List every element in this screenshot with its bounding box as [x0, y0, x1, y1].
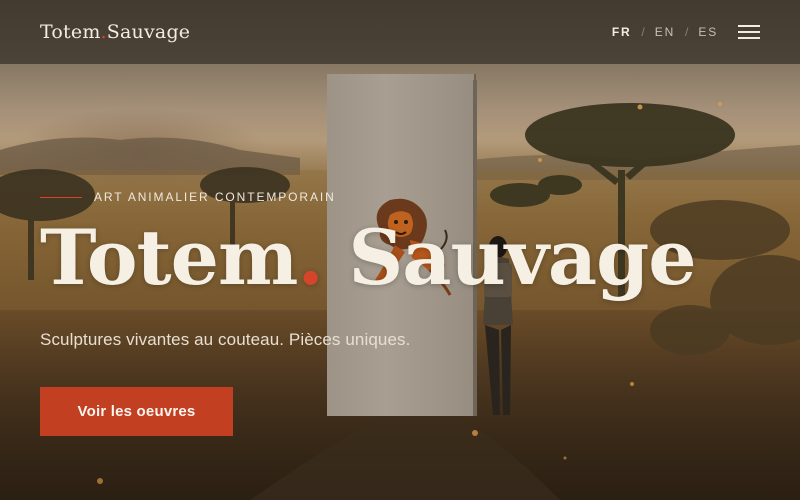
- hero-eyebrow: ART ANIMALIER CONTEMPORAIN: [40, 190, 336, 204]
- hero-title-word-1: Totem: [40, 213, 298, 302]
- hero-title-word-2: Sauvage: [348, 213, 696, 302]
- site-header: Totem.Sauvage FR / EN / ES: [0, 0, 800, 64]
- logo-word-2: Sauvage: [106, 21, 191, 43]
- lang-separator: /: [641, 25, 645, 39]
- hamburger-icon[interactable]: [738, 25, 760, 39]
- lang-fr[interactable]: FR: [612, 25, 632, 39]
- view-works-button[interactable]: Voir les oeuvres: [40, 387, 233, 436]
- hero-title-spacer: [323, 213, 348, 302]
- eyebrow-text: ART ANIMALIER CONTEMPORAIN: [94, 190, 336, 204]
- hero-section: Totem.Sauvage FR / EN / ES ART ANIMALIER…: [0, 0, 800, 500]
- hero-title-dot: .: [297, 213, 323, 302]
- site-logo[interactable]: Totem.Sauvage: [40, 21, 190, 43]
- header-nav: FR / EN / ES: [612, 25, 760, 39]
- hero-subtitle: Sculptures vivantes au couteau. Pièces u…: [40, 330, 411, 349]
- hero-title: Totem. Sauvage: [40, 218, 697, 298]
- lang-en[interactable]: EN: [655, 25, 675, 39]
- eyebrow-line: [40, 196, 82, 198]
- lang-es[interactable]: ES: [698, 25, 718, 39]
- logo-word-1: Totem: [40, 21, 101, 43]
- lang-separator: /: [685, 25, 689, 39]
